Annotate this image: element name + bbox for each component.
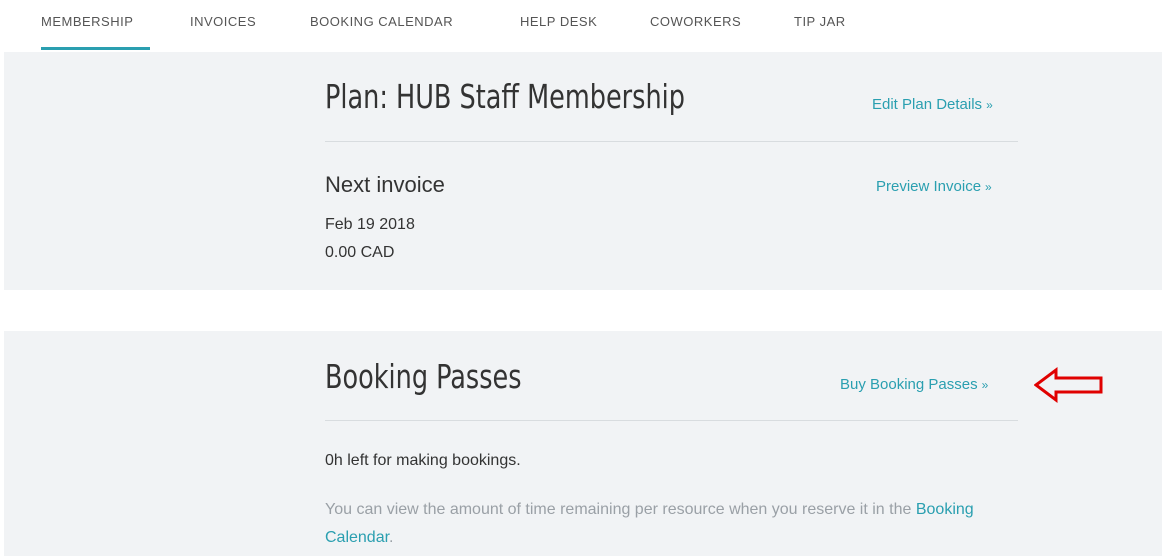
- tab-help-desk[interactable]: HELP DESK: [520, 14, 597, 29]
- left-arrow-outline-icon: [1034, 367, 1103, 403]
- plan-title: Plan: HUB Staff Membership: [325, 77, 685, 116]
- next-invoice-heading: Next invoice: [325, 172, 445, 197]
- tab-coworkers[interactable]: COWORKERS: [650, 14, 741, 29]
- tab-tip-jar[interactable]: TIP JAR: [794, 14, 846, 29]
- tab-booking-calendar[interactable]: BOOKING CALENDAR: [310, 14, 453, 29]
- plan-divider: [325, 141, 1018, 142]
- top-navigation: MEMBERSHIP INVOICES BOOKING CALENDAR HEL…: [0, 0, 1162, 52]
- tab-membership[interactable]: MEMBERSHIP: [41, 14, 133, 29]
- next-invoice-date: Feb 19 2018: [325, 216, 415, 233]
- booking-info-text: You can view the amount of time remainin…: [325, 501, 974, 546]
- active-tab-indicator: [41, 47, 150, 50]
- tab-invoices[interactable]: INVOICES: [190, 14, 256, 29]
- edit-plan-details-link[interactable]: Edit Plan Details»: [872, 96, 993, 113]
- booking-passes-title: Booking Passes: [325, 357, 522, 396]
- hours-remaining-text: 0h left for making bookings.: [325, 452, 521, 469]
- buy-booking-passes-link[interactable]: Buy Booking Passes»: [840, 376, 988, 393]
- preview-invoice-link[interactable]: Preview Invoice»: [876, 178, 992, 195]
- next-invoice-amount: 0.00 CAD: [325, 244, 395, 261]
- passes-divider: [325, 420, 1018, 421]
